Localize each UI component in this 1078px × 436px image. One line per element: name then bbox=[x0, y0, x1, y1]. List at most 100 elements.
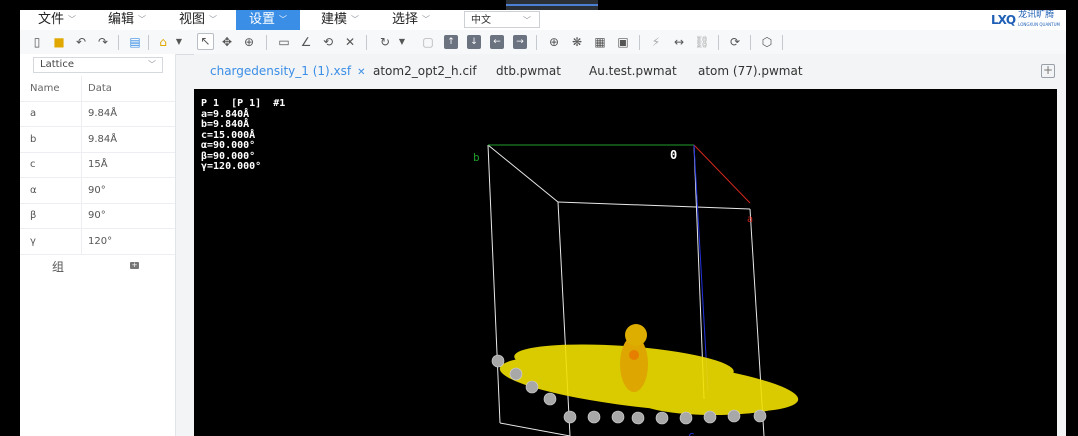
axis-a-line bbox=[693, 144, 751, 204]
row-name: c bbox=[20, 152, 82, 177]
menu-view[interactable]: 视图 ﹀ bbox=[173, 10, 223, 30]
measure-angle-icon[interactable]: ∠ bbox=[297, 33, 315, 51]
logo-mark: LXQ bbox=[991, 13, 1016, 27]
density-peak-top bbox=[625, 324, 647, 346]
atom bbox=[563, 410, 577, 424]
atom bbox=[587, 410, 601, 424]
tab-atom-77[interactable]: atom (77).pwmat bbox=[692, 54, 809, 89]
add-tab-icon[interactable]: + bbox=[1041, 64, 1055, 78]
view-right-icon[interactable]: → bbox=[513, 35, 527, 49]
row-name: a bbox=[20, 101, 82, 126]
atom bbox=[727, 409, 741, 423]
property-type-select[interactable]: Lattice ﹀ bbox=[33, 57, 163, 73]
table-row[interactable]: a 9.84Å bbox=[20, 101, 175, 127]
close-icon[interactable]: ✕ bbox=[357, 67, 365, 78]
menu-edit[interactable]: 编辑 ﹀ bbox=[102, 10, 152, 30]
chevron-down-icon[interactable]: ▼ bbox=[393, 33, 411, 51]
chevron-down-icon: ﹀ bbox=[209, 15, 218, 24]
toolbar-divider bbox=[750, 35, 751, 50]
menu-view-label: 视图 bbox=[179, 12, 206, 27]
menu-file-label: 文件 bbox=[38, 12, 65, 27]
tab-au-test[interactable]: Au.test.pwmat bbox=[583, 54, 683, 89]
toolbar-divider bbox=[782, 35, 783, 50]
tab-label: dtb.pwmat bbox=[496, 64, 561, 78]
toolbar-divider bbox=[148, 35, 149, 50]
redo-icon[interactable]: ↷ bbox=[94, 33, 112, 51]
close-icon[interactable]: ✕ bbox=[341, 33, 359, 51]
toolbar-divider bbox=[118, 35, 119, 50]
chevron-down-icon: ﹀ bbox=[148, 60, 156, 69]
row-name: α bbox=[20, 178, 82, 203]
properties-panel: Lattice ﹀ Name Data a 9.84Å b 9.84Å c 15Å α9… bbox=[20, 54, 176, 436]
molecule-icon[interactable]: ❋ bbox=[568, 33, 586, 51]
view-left-icon[interactable]: ← bbox=[490, 35, 504, 49]
language-select[interactable]: 中文 ﹀ bbox=[464, 11, 540, 28]
row-name: b bbox=[20, 127, 82, 152]
row-data: 9.84Å bbox=[88, 133, 118, 145]
toolbar-divider bbox=[639, 35, 640, 50]
table-row[interactable]: b 9.84Å bbox=[20, 127, 175, 153]
logo-name: 龙讯旷腾 bbox=[1018, 10, 1055, 20]
atom bbox=[753, 409, 767, 423]
table-row[interactable]: β 90° bbox=[20, 203, 175, 229]
toolbar-divider bbox=[266, 35, 267, 50]
atom bbox=[679, 411, 693, 425]
tab-chargedensity[interactable]: chargedensity_1 (1).xsf ✕ bbox=[204, 54, 372, 89]
lattice-table: Name Data a 9.84Å b 9.84Å c 15Å α 90° β 90° γ… bbox=[20, 76, 175, 255]
display-icon[interactable]: ▤ bbox=[126, 33, 144, 51]
undo-icon[interactable]: ↶ bbox=[72, 33, 90, 51]
reset-view-icon[interactable]: ↻ bbox=[376, 33, 394, 51]
open-folder-icon[interactable]: ■ bbox=[50, 33, 68, 51]
structure-render: b 0 a c bbox=[473, 144, 799, 436]
measure-distance-icon[interactable]: ▭ bbox=[275, 33, 293, 51]
chevron-down-icon: ﹀ bbox=[523, 16, 531, 25]
stretch-icon[interactable]: ↔ bbox=[670, 33, 688, 51]
row-data: 15Å bbox=[88, 159, 108, 171]
new-file-icon[interactable]: ▯ bbox=[28, 33, 46, 51]
monitor-icon[interactable]: ▣ bbox=[614, 33, 632, 51]
column-name-header: Name bbox=[20, 76, 82, 101]
row-data: 9.84Å bbox=[88, 108, 118, 120]
dihedral-icon[interactable]: ⟲ bbox=[319, 33, 337, 51]
menu-modeling[interactable]: 建模 ﹀ bbox=[315, 10, 365, 30]
move-icon[interactable]: ⊕ bbox=[240, 33, 258, 51]
3d-viewport[interactable]: P 1 [P 1] #1 a=9.840Å b=9.840Å c=15.000Å α=9… bbox=[194, 89, 1057, 436]
add-group-icon[interactable]: + bbox=[130, 262, 139, 269]
chevron-down-icon: ﹀ bbox=[68, 15, 77, 24]
view-up-icon[interactable]: ↑ bbox=[444, 35, 458, 49]
rotate-icon[interactable]: ✥ bbox=[218, 33, 236, 51]
cube-icon[interactable]: ⬡ bbox=[758, 33, 776, 51]
refresh-icon[interactable]: ⟳ bbox=[726, 33, 744, 51]
property-type-value: Lattice bbox=[40, 59, 74, 70]
row-data: 120° bbox=[88, 235, 113, 247]
row-name: β bbox=[20, 203, 82, 228]
logo-text: 龙讯旷腾 LONGXUN QUANTUM bbox=[1018, 11, 1060, 29]
grid-icon[interactable]: ▦ bbox=[591, 33, 609, 51]
atom bbox=[655, 411, 669, 425]
atom bbox=[703, 410, 717, 424]
view-down-icon[interactable]: ↓ bbox=[467, 35, 481, 49]
table-row[interactable]: γ 120° bbox=[20, 229, 175, 255]
row-data: 90° bbox=[88, 184, 106, 196]
chevron-down-icon: ﹀ bbox=[279, 15, 287, 24]
tab-atom2-opt2[interactable]: atom2_opt2_h.cif bbox=[367, 54, 483, 89]
tab-dtb[interactable]: dtb.pwmat bbox=[490, 54, 567, 89]
select-arrow-icon[interactable]: ↖ bbox=[197, 33, 214, 50]
fit-view-icon[interactable]: ▢ bbox=[419, 33, 437, 51]
add-atom-icon[interactable]: ⊕ bbox=[545, 33, 563, 51]
tab-label: atom (77).pwmat bbox=[698, 64, 803, 78]
window-accent bbox=[506, 0, 598, 10]
menu-bar: 文件 ﹀ 编辑 ﹀ 视图 ﹀ 设置 ﹀ 建模 ﹀ 选择 ﹀ 中文 ﹀ LXQ 龙讯旷腾 LONG… bbox=[20, 10, 1066, 31]
menu-file[interactable]: 文件 ﹀ bbox=[32, 10, 82, 30]
table-row[interactable]: α 90° bbox=[20, 178, 175, 204]
chevron-down-icon[interactable]: ▼ bbox=[170, 33, 188, 51]
menu-select[interactable]: 选择 ﹀ bbox=[386, 10, 436, 30]
table-row[interactable]: c 15Å bbox=[20, 152, 175, 178]
menu-edit-label: 编辑 bbox=[108, 12, 135, 27]
tab-label: chargedensity_1 (1).xsf bbox=[210, 64, 352, 78]
density-layer bbox=[639, 387, 789, 415]
link-icon[interactable]: ⛓ bbox=[693, 33, 711, 51]
brand-logo: LXQ 龙讯旷腾 LONGXUN QUANTUM bbox=[991, 11, 1060, 29]
bond-icon[interactable]: ⚡ bbox=[647, 33, 665, 51]
menu-settings[interactable]: 设置 ﹀ bbox=[236, 10, 300, 30]
